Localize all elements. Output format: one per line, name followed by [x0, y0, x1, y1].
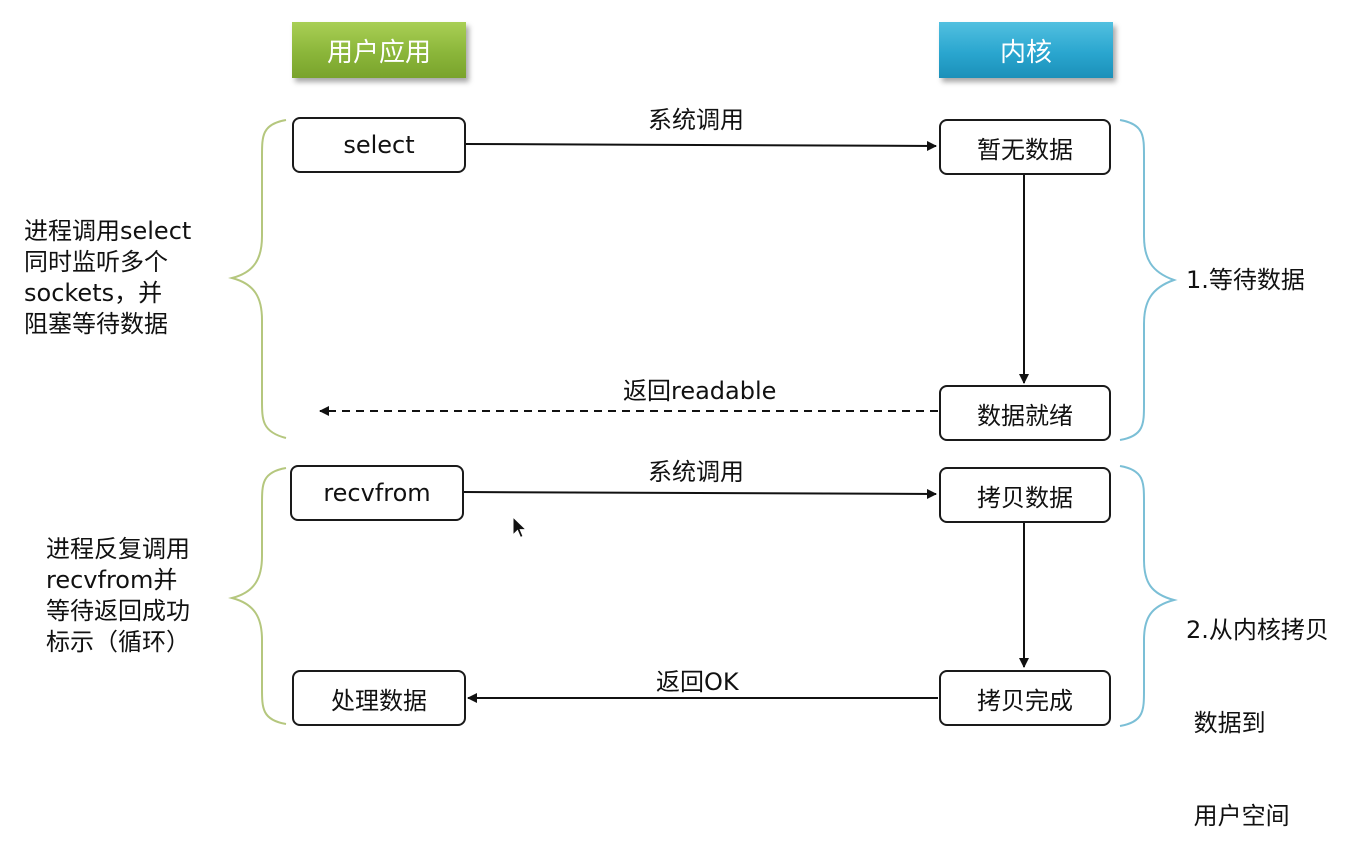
process-data-box: 处理数据: [292, 670, 466, 726]
right-note-phase2-line: 2.从内核拷贝: [1186, 616, 1329, 644]
return-readable-label: 返回readable: [623, 377, 777, 405]
recvfrom-box: recvfrom: [290, 465, 464, 521]
syscall-arrow-2: [462, 488, 937, 499]
mouse-cursor-icon: [512, 515, 528, 544]
right-brace-phase2: [1119, 465, 1178, 727]
left-note-phase2-line: 进程反复调用: [46, 535, 190, 563]
select-box: select: [292, 117, 466, 173]
syscall-arrow-1: [465, 140, 937, 151]
syscall-label-1: 系统调用: [648, 106, 744, 134]
left-note-phase1: 进程调用select 同时监听多个 sockets，并 阻塞等待数据: [24, 216, 191, 340]
right-note-phase2-line: 用户空间: [1186, 802, 1290, 830]
left-note-phase2-line: 标示（循环）: [46, 628, 190, 656]
syscall-label-2: 系统调用: [648, 458, 744, 486]
left-brace-phase2: [228, 467, 287, 725]
left-note-phase2: 进程反复调用 recvfrom并 等待返回成功 标示（循环）: [46, 534, 190, 658]
no-data-box: 暂无数据: [939, 119, 1111, 175]
copy-data-box: 拷贝数据: [939, 467, 1111, 523]
data-ready-box: 数据就绪: [939, 385, 1111, 441]
right-note-phase2: 2.从内核拷贝 数据到 用户空间: [1186, 553, 1329, 863]
right-brace-phase1: [1119, 119, 1178, 441]
left-note-phase2-line: 等待返回成功: [46, 597, 190, 625]
right-note-phase1: 1.等待数据: [1186, 265, 1305, 296]
left-note-phase2-line: recvfrom并: [46, 566, 178, 594]
left-note-phase1-line: 进程调用select: [24, 217, 192, 245]
return-ok-label: 返回OK: [656, 668, 739, 696]
left-note-phase1-line: 同时监听多个: [24, 248, 168, 276]
copy-done-box: 拷贝完成: [939, 670, 1111, 726]
right-note-phase2-line: 数据到: [1186, 709, 1266, 737]
left-brace-phase1: [228, 119, 287, 439]
left-note-phase1-line: sockets，并: [24, 279, 163, 307]
left-note-phase1-line: 阻塞等待数据: [24, 310, 168, 338]
right-note-phase1-line: 1.等待数据: [1186, 266, 1305, 294]
